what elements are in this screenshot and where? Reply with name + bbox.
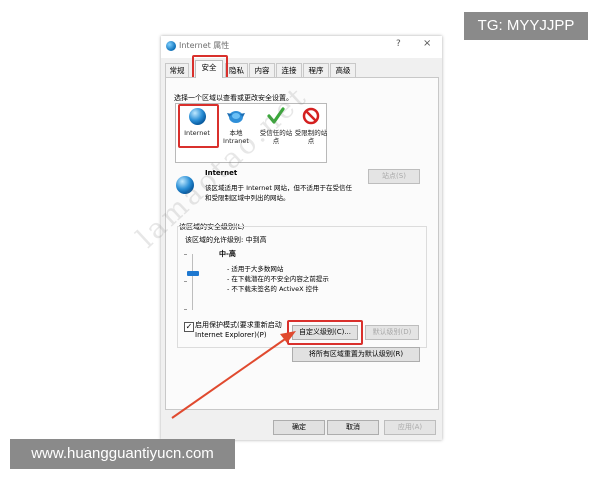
site-label: www.huangguantiyucn.com (10, 439, 235, 469)
arrow-shaft (171, 336, 289, 419)
red-arrow-annotation (171, 331, 296, 419)
tab-security[interactable]: 安全 (195, 60, 223, 78)
